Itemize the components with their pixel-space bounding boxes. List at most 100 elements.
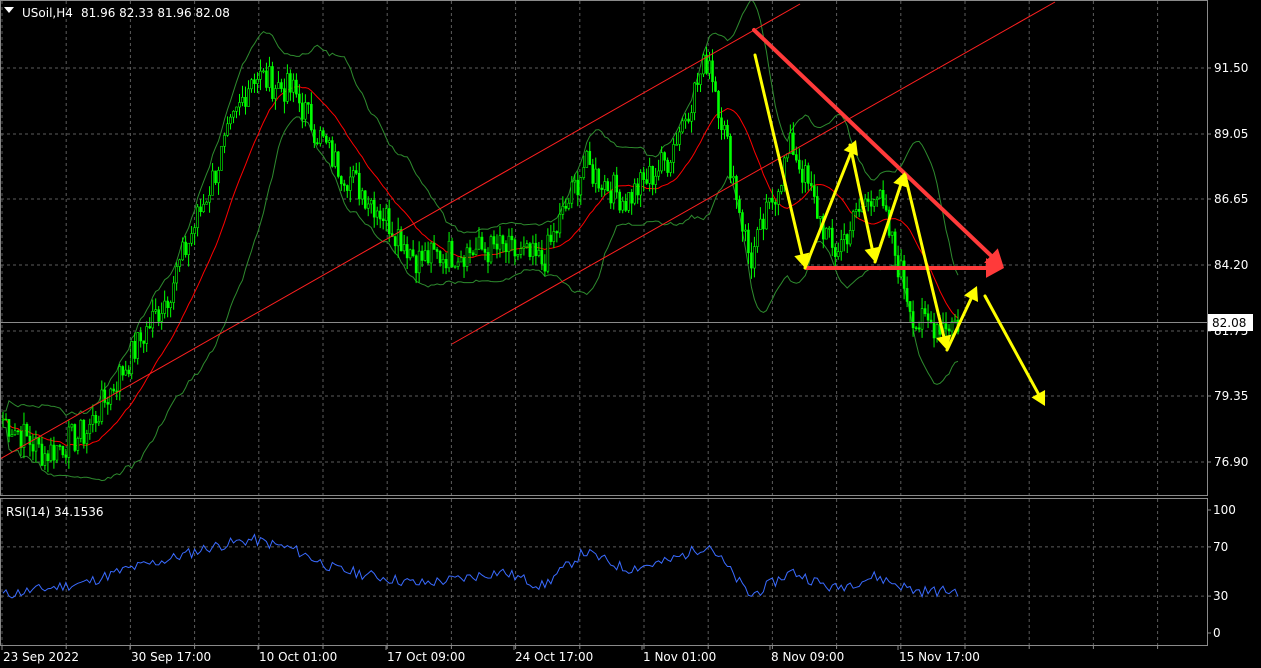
- time-axis: 23 Sep 2022 30 Sep 17:00 10 Oct 01:00 17 Oc…: [1, 645, 1159, 664]
- candle-body: [97, 421, 101, 424]
- time-tick-label: 24 Oct 17:00: [515, 650, 593, 664]
- candle-body: [774, 201, 777, 205]
- candle-body: [468, 247, 472, 254]
- candle-body: [121, 366, 125, 376]
- candle-body: [735, 176, 738, 201]
- candle-body: [31, 444, 35, 452]
- candle-body: [316, 142, 319, 144]
- candle-body: [600, 187, 604, 190]
- candle-body: [519, 248, 523, 255]
- candle-body: [630, 192, 633, 204]
- candle-body: [196, 206, 199, 228]
- candle-body: [576, 179, 580, 196]
- candle-body: [684, 118, 687, 122]
- candle-body: [720, 117, 723, 131]
- candle-body: [163, 300, 166, 314]
- candle-body: [908, 301, 912, 312]
- candle-body: [639, 172, 642, 196]
- rsi-tick-label: 70: [1213, 540, 1228, 554]
- candle-body: [944, 323, 948, 330]
- candle-body: [810, 183, 813, 187]
- candle-body: [229, 116, 232, 125]
- candle-body: [64, 454, 68, 458]
- price-tick-label: 86.65: [1214, 192, 1248, 206]
- candle-body: [217, 170, 220, 184]
- candle-body: [280, 82, 283, 89]
- candle-body: [594, 168, 598, 184]
- candle-body: [914, 327, 918, 329]
- candle-body: [827, 227, 831, 230]
- candle-body: [310, 104, 313, 131]
- candle-body: [483, 248, 487, 253]
- candle-body: [40, 443, 44, 466]
- candle-body: [193, 227, 196, 234]
- candle-body: [833, 247, 837, 257]
- candle-body: [756, 229, 759, 247]
- candle-body: [603, 181, 607, 190]
- candle-body: [393, 236, 397, 247]
- candle-body: [690, 112, 693, 122]
- candle-body: [1, 418, 5, 421]
- candle-body: [381, 218, 385, 221]
- candle-body: [139, 332, 143, 342]
- candle-body: [372, 200, 376, 218]
- candle-body: [145, 326, 148, 344]
- candle-body: [920, 308, 924, 330]
- candle-body: [160, 313, 163, 322]
- candle-body: [836, 251, 840, 257]
- candle-body: [762, 218, 765, 230]
- candle-body: [798, 159, 801, 170]
- candle-body: [777, 191, 780, 205]
- candle-body: [223, 135, 226, 147]
- candle-body: [34, 437, 38, 452]
- candle-body: [342, 183, 346, 186]
- candle-body: [708, 60, 711, 74]
- chart-window[interactable]: USoil,H4 81.96 82.33 81.96 82.08 91.50 89…: [0, 0, 1261, 668]
- time-tick-label: 17 Oct 09:00: [387, 650, 465, 664]
- candle-body: [417, 250, 421, 274]
- candle-body: [112, 388, 116, 392]
- candle-body: [301, 102, 304, 120]
- candle-body: [100, 389, 104, 422]
- candle-body: [19, 430, 23, 448]
- candle-body: [277, 82, 280, 89]
- candle-body: [890, 231, 894, 236]
- candle-body: [552, 231, 556, 242]
- candle-body: [283, 88, 286, 102]
- candle-body: [214, 170, 217, 184]
- candle-body: [307, 102, 310, 105]
- candle-body: [348, 176, 352, 191]
- candle-body: [238, 102, 241, 108]
- candle-body: [450, 240, 454, 267]
- candle-body: [768, 197, 771, 203]
- candle-body: [46, 453, 50, 462]
- candle-body: [402, 244, 406, 252]
- candle-body: [839, 239, 843, 253]
- candle-body: [902, 260, 906, 289]
- candle-body: [441, 259, 445, 264]
- candle-body: [328, 140, 331, 143]
- price-tick-label: 76.90: [1214, 455, 1248, 469]
- candle-body: [175, 266, 178, 284]
- candle-body: [426, 250, 430, 264]
- symbol-dropdown-icon[interactable]: [4, 7, 14, 13]
- candle-body: [615, 174, 619, 193]
- candle-body: [681, 120, 684, 133]
- candle-body: [561, 205, 565, 215]
- candle-body: [696, 82, 699, 85]
- candle-body: [744, 229, 747, 232]
- candle-body: [660, 152, 663, 172]
- candle-body: [247, 88, 250, 107]
- candle-body: [935, 324, 939, 339]
- candle-body: [256, 78, 259, 84]
- candle-body: [549, 234, 553, 242]
- candle-body: [507, 235, 511, 252]
- candle-body: [771, 197, 774, 203]
- candle-body: [232, 111, 235, 118]
- candle-body: [459, 257, 463, 263]
- candle-body: [331, 140, 334, 167]
- candle-body: [522, 246, 526, 249]
- candle-body: [498, 235, 502, 250]
- candle-body: [73, 424, 77, 451]
- candle-body: [893, 231, 897, 256]
